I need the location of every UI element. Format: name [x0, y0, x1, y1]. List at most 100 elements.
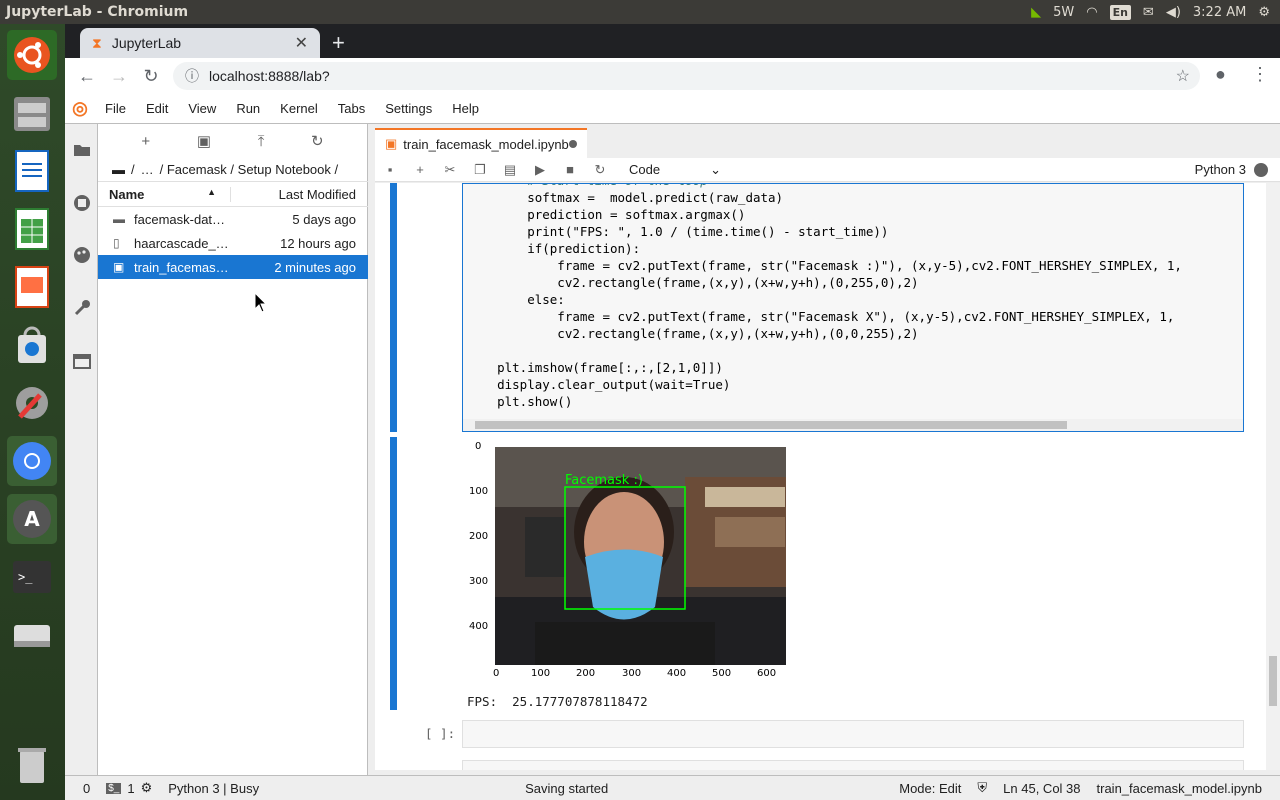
code-line[interactable]: frame = cv2.putText(frame, str("Facemask…	[467, 309, 1174, 326]
kernel-indicator[interactable]: Python 3	[1195, 162, 1268, 177]
nvidia-power-label[interactable]: 5W	[1053, 5, 1074, 20]
clock[interactable]: 3:22 AM	[1193, 5, 1246, 20]
menu-settings[interactable]: Settings	[375, 101, 442, 116]
breadcrumb-path[interactable]: / Facemask / Setup Notebook /	[160, 162, 338, 177]
code-line[interactable]: softmax = model.predict(raw_data)	[467, 190, 783, 207]
unsaved-dot-icon[interactable]	[569, 140, 577, 148]
back-button[interactable]: ←	[71, 66, 103, 87]
code-line[interactable]: prediction = softmax.argmax()	[467, 207, 745, 224]
code-line[interactable]: cv2.rectangle(frame,(x,y),(x+w,y+h),(0,2…	[467, 275, 918, 292]
column-header-name[interactable]: Name ▲	[98, 186, 231, 202]
notebook-toolbar: ▪ + ✂ ❐ ▤ ▶ ■ ↻ Code ⌄ Python 3	[375, 158, 1280, 182]
terminal-icon[interactable]: >_	[7, 552, 57, 602]
volume-icon[interactable]: ◀)	[1166, 5, 1181, 20]
empty-code-cell[interactable]	[462, 760, 1244, 770]
code-line[interactable]: display.clear_output(wait=True)	[467, 377, 730, 394]
browser-tab[interactable]: ⧗ JupyterLab ✕	[80, 28, 320, 58]
notebook-tab[interactable]: ▣ train_facemask_model.ipynb	[375, 128, 587, 158]
new-folder-icon[interactable]: ▣	[197, 132, 211, 150]
cursor-position[interactable]: Ln 45, Col 38	[995, 781, 1088, 796]
trash-icon[interactable]	[7, 740, 57, 790]
copy-icon[interactable]: ❐	[465, 162, 495, 178]
property-inspector-wrench-icon[interactable]	[65, 291, 98, 325]
libreoffice-impress-icon[interactable]	[7, 262, 57, 312]
info-icon[interactable]: ⓘ	[185, 66, 199, 86]
code-line[interactable]: else:	[467, 292, 565, 309]
new-tab-button[interactable]: +	[332, 30, 345, 56]
code-line[interactable]: plt.show()	[467, 394, 572, 411]
cut-icon[interactable]: ✂	[435, 162, 465, 178]
horizontal-scrollbar-thumb[interactable]	[475, 421, 1067, 429]
upload-icon[interactable]: ⤒	[258, 133, 265, 150]
drive-icon[interactable]	[7, 610, 57, 660]
keyboard-language-indicator[interactable]: En	[1109, 4, 1131, 20]
code-line[interactable]: frame = cv2.putText(frame, str("Facemask…	[467, 258, 1182, 275]
file-row[interactable]: ▬ facemask-dat… 5 days ago	[98, 207, 368, 231]
file-manager-icon[interactable]	[7, 88, 57, 138]
mail-icon[interactable]: ✉	[1143, 5, 1154, 20]
svg-text:>_: >_	[18, 570, 33, 584]
menu-tabs[interactable]: Tabs	[328, 101, 375, 116]
running-kernels-count[interactable]: 0	[65, 781, 98, 796]
code-line[interactable]: if(prediction):	[467, 241, 640, 258]
address-bar[interactable]: ⓘ localhost:8888/lab? ☆	[173, 62, 1200, 90]
code-editor[interactable]: plt.show() display.clear_output(wait=Tru…	[462, 183, 1244, 432]
wifi-icon[interactable]: ◠	[1086, 5, 1097, 20]
code-line[interactable]: cv2.rectangle(frame,(x,y),(x+w,y+h),(0,0…	[467, 326, 918, 343]
paste-icon[interactable]: ▤	[495, 162, 525, 178]
file-browser-tab-icon[interactable]	[65, 133, 98, 167]
nvidia-icon[interactable]: ◣	[1031, 5, 1041, 20]
system-settings-icon[interactable]	[7, 378, 57, 428]
menu-kernel[interactable]: Kernel	[270, 101, 328, 116]
empty-code-cell[interactable]	[462, 720, 1244, 748]
software-updater-icon[interactable]: A	[7, 494, 57, 544]
url-text[interactable]: localhost:8888/lab?	[209, 68, 330, 84]
menu-kebab-icon[interactable]: ⋮	[1251, 64, 1269, 85]
libreoffice-writer-icon[interactable]	[7, 146, 57, 196]
breadcrumb-root[interactable]: /	[131, 162, 135, 177]
reload-button[interactable]: ↻	[135, 66, 167, 87]
terminals-indicator[interactable]: $_ 1 ⚙	[98, 780, 160, 796]
vertical-scrollbar-thumb[interactable]	[1269, 656, 1277, 706]
code-line[interactable]: plt.imshow(frame[:,:,[2,1,0]])	[467, 360, 723, 377]
new-launcher-icon[interactable]: +	[141, 133, 150, 150]
libreoffice-calc-icon[interactable]	[7, 204, 57, 254]
editor-mode[interactable]: Mode: Edit	[891, 781, 969, 796]
forward-button[interactable]: →	[103, 66, 135, 87]
menu-edit[interactable]: Edit	[136, 101, 178, 116]
run-icon[interactable]: ▶	[525, 162, 555, 178]
vertical-scrollbar[interactable]	[1266, 183, 1280, 770]
settings-gear-icon[interactable]: ⚙	[1258, 5, 1270, 20]
restart-icon[interactable]: ↻	[585, 162, 615, 178]
file-row[interactable]: ▯ haarcascade_… 12 hours ago	[98, 231, 368, 255]
refresh-icon[interactable]: ↻	[311, 132, 324, 150]
insert-cell-icon[interactable]: +	[405, 162, 435, 177]
menu-file[interactable]: File	[95, 101, 136, 116]
close-tab-icon[interactable]: ✕	[295, 33, 308, 53]
code-line[interactable]: print("FPS: ", 1.0 / (time.time() - star…	[467, 224, 888, 241]
horizontal-scrollbar[interactable]	[463, 419, 1243, 431]
x-tick-label: 500	[712, 668, 732, 679]
stop-icon[interactable]: ■	[555, 162, 585, 177]
trusted-shield-icon[interactable]: ⛨	[969, 780, 995, 796]
file-row-selected[interactable]: ▣ train_facemas… 2 minutes ago	[98, 255, 368, 279]
menu-view[interactable]: View	[178, 101, 226, 116]
save-icon[interactable]: ▪	[375, 162, 405, 177]
folder-icon[interactable]: ▬	[112, 162, 125, 177]
open-tabs-icon[interactable]	[65, 344, 98, 378]
menu-help[interactable]: Help	[442, 101, 489, 116]
cell-type-select[interactable]: Code ⌄	[629, 162, 721, 178]
bookmark-star-icon[interactable]: ☆	[1176, 66, 1190, 86]
column-header-modified[interactable]: Last Modified	[231, 187, 368, 202]
command-palette-icon[interactable]	[65, 238, 98, 272]
kernel-status[interactable]: Python 3 | Busy	[160, 781, 267, 796]
code-line[interactable]: # Start time of the loop	[467, 184, 708, 190]
software-center-icon[interactable]	[7, 320, 57, 370]
chevron-down-icon: ⌄	[710, 161, 721, 177]
profile-icon[interactable]: ●	[1215, 64, 1226, 85]
chromium-icon[interactable]	[7, 436, 57, 486]
menu-run[interactable]: Run	[226, 101, 270, 116]
breadcrumb-ellipsis[interactable]: …	[141, 162, 154, 177]
running-sessions-icon[interactable]	[65, 186, 98, 220]
ubuntu-dash-icon[interactable]	[7, 30, 57, 80]
